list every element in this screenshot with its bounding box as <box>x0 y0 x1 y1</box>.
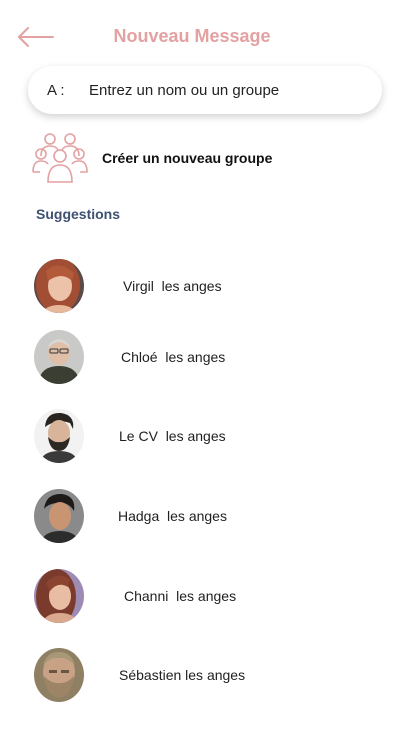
contact-name: Hadga les anges <box>118 508 227 524</box>
contact-item[interactable]: Le CV les anges <box>34 408 354 464</box>
avatar <box>34 409 84 463</box>
contact-name: Channi les anges <box>124 588 237 604</box>
contact-name: Chloé les anges <box>121 349 226 365</box>
contact-item[interactable]: Channi les anges <box>34 568 354 624</box>
avatar-photo-icon <box>34 489 84 543</box>
contact-item[interactable]: Sébastien les anges <box>34 647 354 703</box>
contact-item[interactable]: Chloé les anges <box>34 329 354 385</box>
contact-item[interactable]: Hadga les anges <box>34 488 354 544</box>
avatar <box>34 489 84 543</box>
avatar <box>34 648 84 702</box>
avatar-photo-icon <box>34 569 84 623</box>
avatar-photo-icon <box>34 330 84 384</box>
avatar <box>34 569 84 623</box>
group-icon <box>32 133 88 183</box>
new-message-screen: Nouveau Message A : Entrez un nom ou un … <box>0 0 414 736</box>
contact-name: Virgil les anges <box>123 278 222 294</box>
suggestions-heading: Suggestions <box>36 206 121 222</box>
avatar <box>34 330 84 384</box>
create-group-label: Créer un nouveau groupe <box>102 150 273 166</box>
page-title: Nouveau Message <box>113 26 271 46</box>
contact-item[interactable]: Virgil les anges <box>34 258 354 314</box>
avatar-photo-icon <box>34 259 84 313</box>
contact-name: Le CV les anges <box>119 428 226 444</box>
avatar-photo-icon <box>34 409 84 463</box>
create-group-button[interactable]: Créer un nouveau groupe <box>32 132 352 184</box>
recipient-input[interactable] <box>89 81 349 99</box>
recipient-label: A : <box>47 81 65 99</box>
avatar-photo-icon <box>34 648 84 702</box>
contact-name: Sébastien les anges <box>119 667 246 683</box>
recipient-field[interactable]: A : <box>28 66 382 114</box>
avatar <box>34 259 84 313</box>
